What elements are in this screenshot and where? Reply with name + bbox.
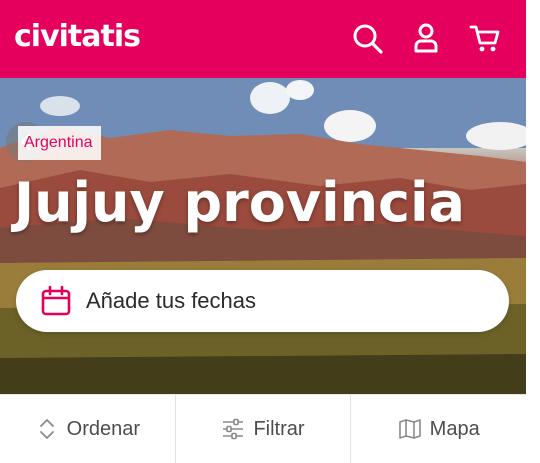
cart-icon[interactable] [468,21,502,55]
sort-button[interactable]: Ordenar [0,395,176,463]
map-button[interactable]: Mapa [351,395,526,463]
user-icon[interactable] [409,21,443,55]
country-tag[interactable]: Argentina [18,126,101,160]
calendar-icon [41,285,71,316]
filter-label: Filtrar [253,417,305,440]
map-icon [398,419,421,439]
filter-sliders-icon [223,418,244,440]
civitatis-logo[interactable]: civitatis [14,20,141,54]
search-icon[interactable] [350,21,384,55]
app-header: civitatis [0,0,526,78]
hero-image: Argentina Jujuy provincia Añade tus fech… [0,78,526,394]
bottom-action-bar: Ordenar Filtrar Mapa [0,394,526,463]
date-placeholder: Añade tus fechas [86,288,257,313]
sort-label: Ordenar [66,417,141,440]
filter-button[interactable]: Filtrar [176,395,352,463]
date-picker-input[interactable]: Añade tus fechas [16,270,509,332]
sort-arrows-icon [39,419,54,439]
page-title: Jujuy provincia [14,171,465,234]
map-label: Mapa [429,417,480,440]
